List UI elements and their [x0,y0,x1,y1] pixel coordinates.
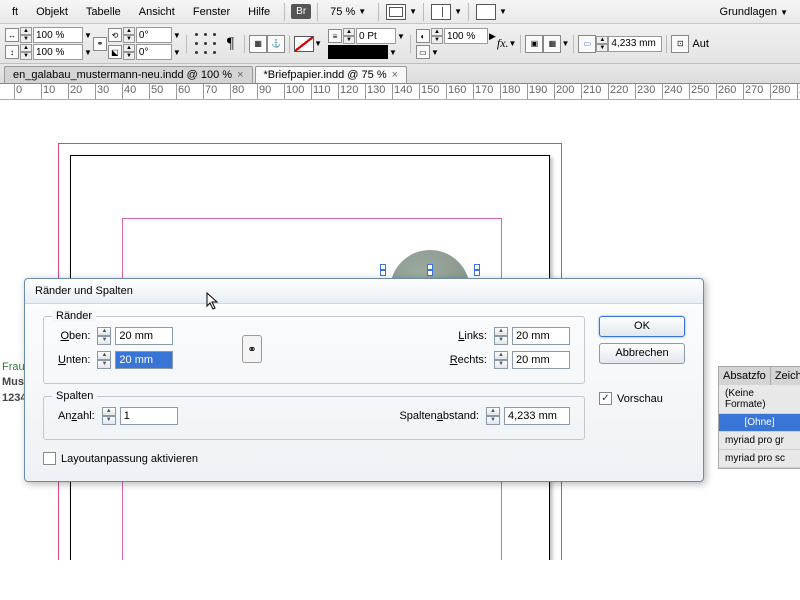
margins-legend: Ränder [52,310,96,322]
styles-panel: Absatzfo Zeich (Keine Formate) [Ohne] my… [718,366,800,469]
reference-point-icon[interactable] [195,33,217,55]
gutter-spinner[interactable]: ▲▼ [486,407,500,425]
gutter-input[interactable] [504,407,570,425]
scale-x-input[interactable] [33,27,83,43]
layout-adjust-checkbox[interactable] [43,452,56,465]
columns-legend: Spalten [52,390,97,402]
style-row[interactable]: myriad pro gr [719,432,800,450]
workspace-switcher[interactable]: Grundlagen ▼ [712,4,796,20]
view-mode-normal-icon[interactable] [386,4,406,20]
auto-fit-icon[interactable]: ⊡ [671,35,689,53]
shear-spinner[interactable]: ▲▼ [123,44,135,60]
control-panel: ↔▲▼▼ ↕▲▼▼ ⚭ ⟲▲▼▼ ⬕▲▼▼ ¶ ▦ ⚓ ▼ ≡▲▼▼ ▼ ◐▲▼… [0,24,800,64]
bottom-label: Unten: [58,354,93,366]
count-label: Anzahl: [58,410,98,422]
scale-y-spinner[interactable]: ▲▼ [20,44,32,60]
close-icon[interactable]: × [237,69,243,81]
menu-ansicht[interactable]: Ansicht [131,4,183,20]
crop-icon[interactable]: ▣ [525,35,543,53]
preview-checkbox[interactable]: ✓ [599,392,612,405]
anchor-icon[interactable]: ⚓ [267,35,285,53]
fill-none-icon[interactable] [294,36,314,52]
w-spinner[interactable]: ▲▼ [596,36,608,52]
fx-button[interactable]: fx. [497,36,509,51]
shear-icon: ⬕ [108,45,122,59]
rotate-input[interactable] [136,27,172,43]
panel-tab-character[interactable]: Zeich [771,367,800,385]
menu-edit-frag[interactable]: ft [4,4,26,20]
ok-button[interactable]: OK [599,316,685,337]
effects-target-icon[interactable]: ▭ [416,45,430,59]
top-label: Oben: [58,330,93,342]
document-tabs: en_galabau_mustermann-neu.indd @ 100 %× … [0,64,800,84]
count-spinner[interactable]: ▲▼ [102,407,116,425]
layout-adjust-label: Layoutanpassung aktivieren [61,453,198,465]
text-wrap-icon[interactable]: ▦ [249,35,267,53]
horizontal-ruler[interactable]: 0102030405060708090100110120130140150160… [0,84,800,100]
stroke-weight-icon: ≡ [328,29,342,43]
rotate-icon: ⟲ [108,28,122,42]
scale-x-spinner[interactable]: ▲▼ [20,27,32,43]
left-spinner[interactable]: ▲▼ [494,327,508,345]
bottom-spinner[interactable]: ▲▼ [97,351,111,369]
menu-fenster[interactable]: Fenster [185,4,238,20]
top-input[interactable] [115,327,173,345]
stroke-weight-spinner[interactable]: ▲▼ [343,28,355,44]
count-input[interactable] [120,407,178,425]
style-row-none[interactable]: [Ohne] [719,414,800,432]
gutter-label: Spaltenabstand: [399,410,482,422]
opacity-spinner[interactable]: ▲▼ [431,28,443,44]
margins-fieldset: Ränder Oben: ▲▼ Links: ▲▼ Unten: ▲▼ Rech… [43,316,585,384]
columns-fieldset: Spalten Anzahl: ▲▼ Spaltenabstand: ▲▼ [43,396,585,440]
auto-label: Aut [692,38,709,50]
menubar: ft Objekt Tabelle Ansicht Fenster Hilfe … [0,0,800,24]
rotate-spinner[interactable]: ▲▼ [123,27,135,43]
right-spinner[interactable]: ▲▼ [494,351,508,369]
style-row[interactable]: (Keine Formate) [719,385,800,414]
top-spinner[interactable]: ▲▼ [97,327,111,345]
w-input[interactable] [608,36,662,52]
scale-x-icon: ↔ [5,28,19,42]
paragraph-icon[interactable]: ¶ [227,35,234,53]
bridge-button[interactable]: Br [291,4,311,19]
style-row[interactable]: myriad pro sc [719,450,800,468]
arrange-docs-icon[interactable] [476,4,496,20]
right-input[interactable] [512,351,570,369]
doc-tab-1[interactable]: en_galabau_mustermann-neu.indd @ 100 %× [4,66,253,83]
margins-columns-dialog: Ränder und Spalten Ränder Oben: ▲▼ Links… [24,278,704,482]
zoom-level[interactable]: 75 %▼ [324,6,372,18]
menu-hilfe[interactable]: Hilfe [240,4,278,20]
shear-input[interactable] [136,44,172,60]
screen-mode-icon[interactable] [431,4,451,20]
opacity-input[interactable] [444,28,488,44]
scale-y-input[interactable] [33,44,83,60]
close-icon[interactable]: × [392,69,398,81]
panel-tab-paragraph[interactable]: Absatzfo [719,367,771,385]
fit-icon[interactable]: ▦ [543,35,561,53]
scale-y-icon: ↕ [5,45,19,59]
menu-objekt[interactable]: Objekt [28,4,76,20]
layout-adjust-row[interactable]: Layoutanpassung aktivieren [43,452,585,465]
link-margins-icon[interactable]: ⚭ [242,335,262,363]
left-label: Links: [450,330,490,342]
right-label: Rechts: [450,354,490,366]
menu-tabelle[interactable]: Tabelle [78,4,129,20]
opacity-icon: ◐ [416,29,430,43]
doc-tab-2[interactable]: *Briefpapier.indd @ 75 %× [255,66,408,83]
selection-handles[interactable] [380,264,480,276]
stroke-weight-input[interactable] [356,28,396,44]
bottom-input[interactable] [115,351,173,369]
link-scale-icon[interactable]: ⚭ [93,37,107,51]
cancel-button[interactable]: Abbrechen [599,343,685,364]
frame-icon[interactable]: ▭ [578,35,596,53]
left-input[interactable] [512,327,570,345]
dialog-title: Ränder und Spalten [25,279,703,304]
preview-label: Vorschau [617,393,663,405]
stroke-style-swatch[interactable] [328,45,388,59]
